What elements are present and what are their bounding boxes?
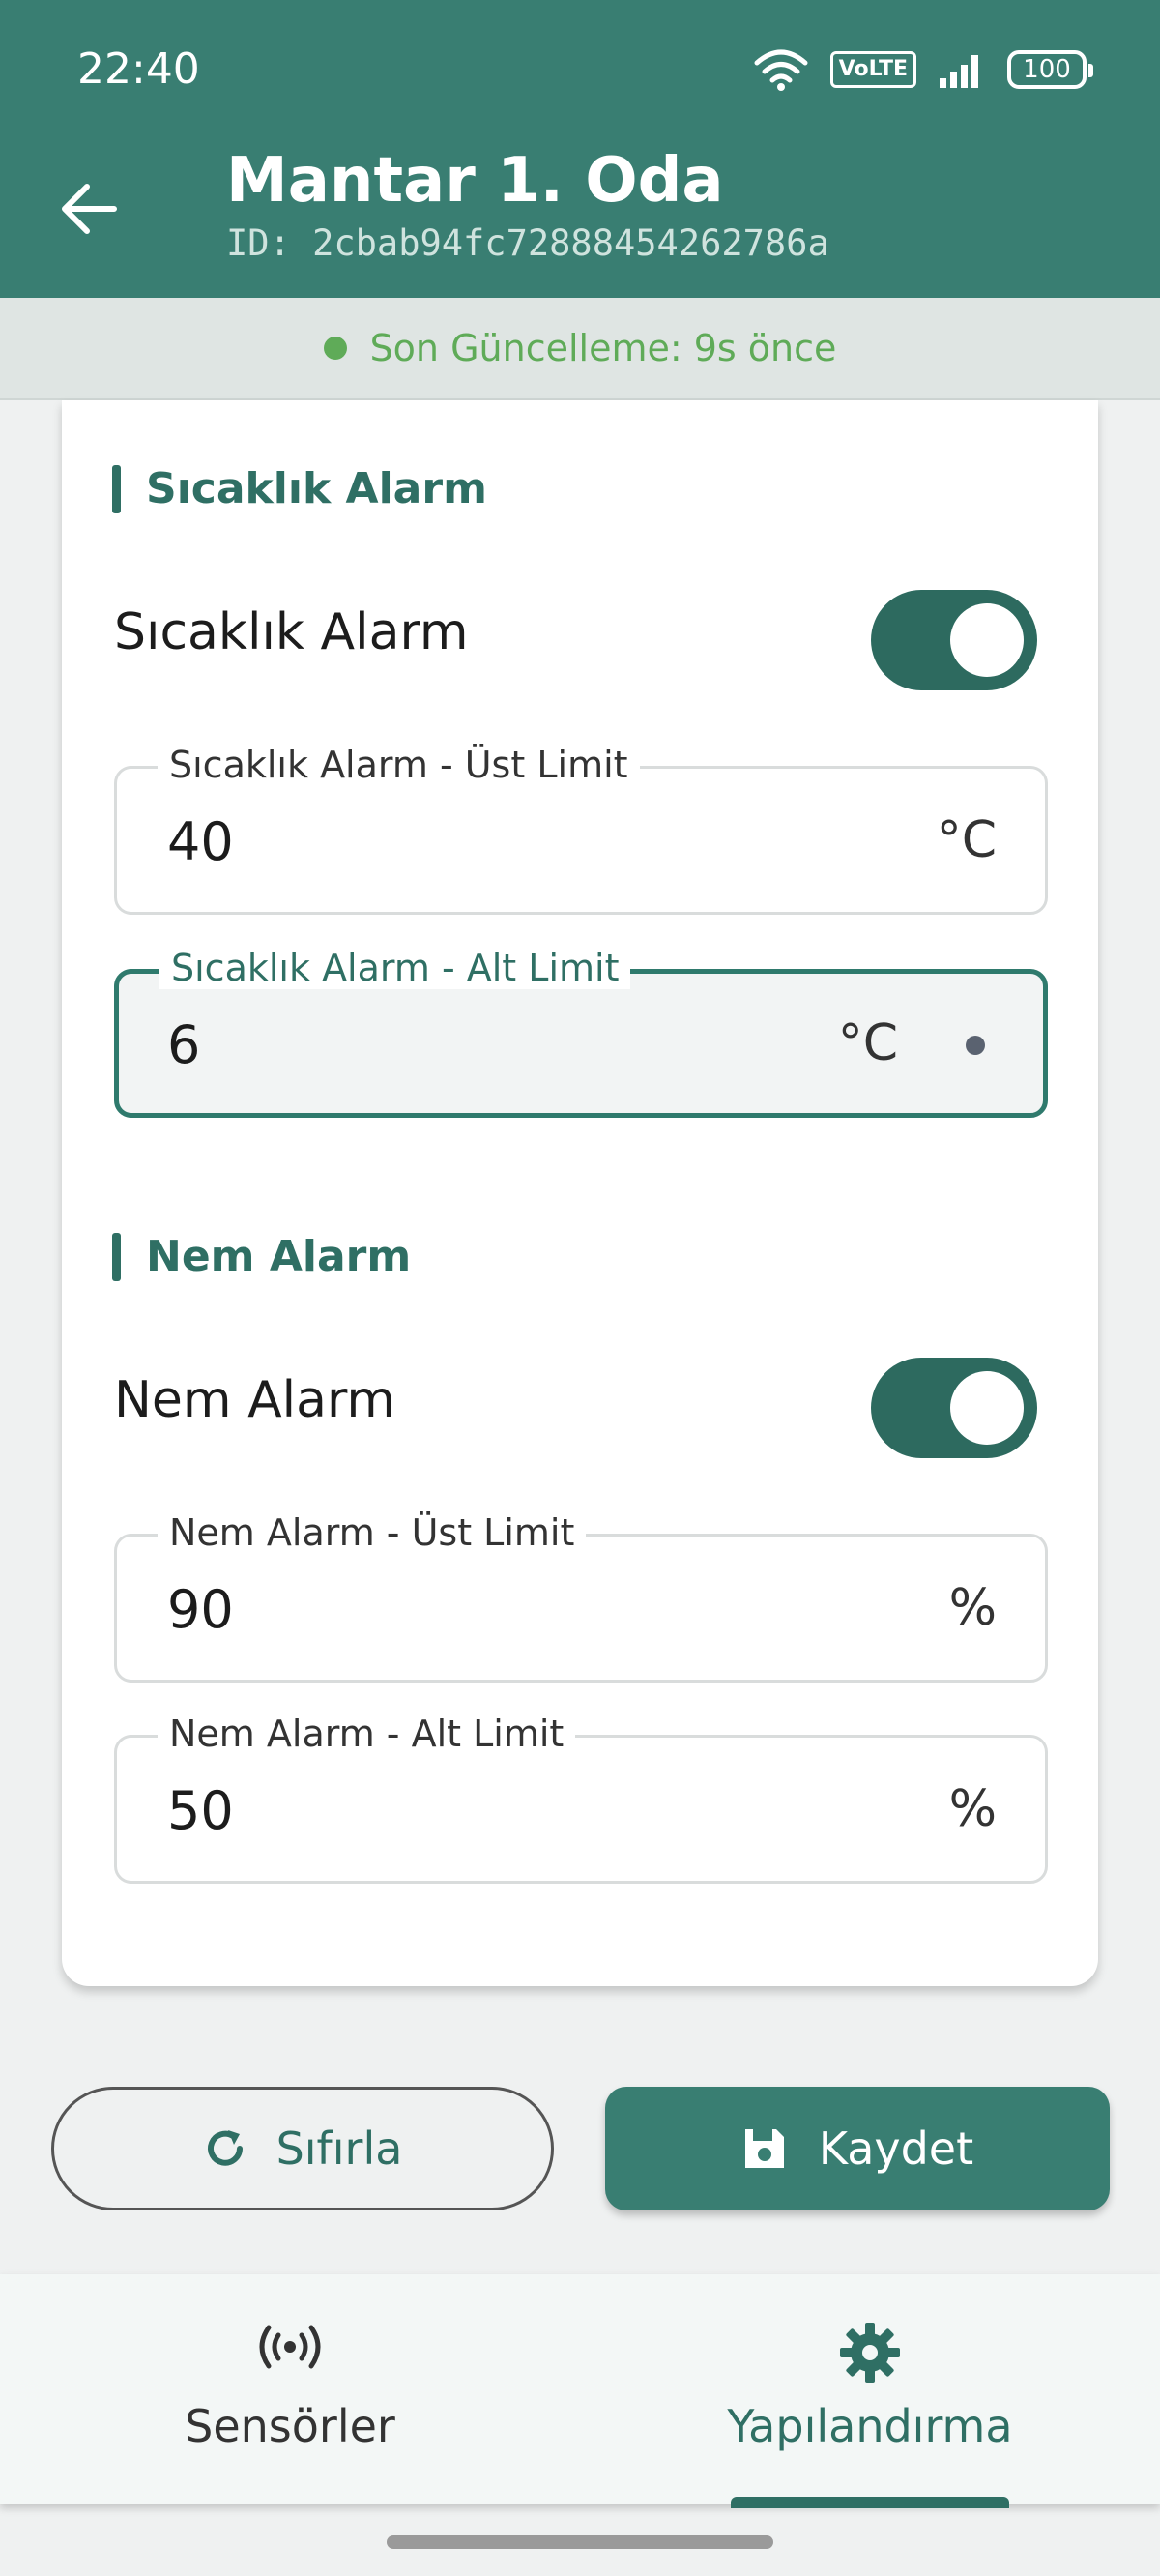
active-tab-indicator	[731, 2497, 1009, 2508]
back-button[interactable]	[54, 174, 124, 244]
field-label: Nem Alarm - Üst Limit	[158, 1511, 587, 1554]
last-update-text: Son Güncelleme: 9s önce	[369, 327, 837, 369]
field-unit: %	[948, 1579, 997, 1637]
page-title: Mantar 1. Oda	[226, 145, 724, 217]
field-label: Sıcaklık Alarm - Alt Limit	[160, 947, 631, 989]
battery-icon: 100	[1007, 50, 1093, 89]
field-unit: °C	[936, 811, 997, 869]
temperature-upper-limit-field[interactable]: Sıcaklık Alarm - Üst Limit 40 °C	[114, 744, 1048, 915]
field-unit: °C	[837, 1014, 898, 1072]
temperature-lower-limit-field[interactable]: Sıcaklık Alarm - Alt Limit 6 °C	[114, 947, 1048, 1118]
save-icon	[744, 2129, 784, 2168]
home-gesture-handle[interactable]	[387, 2535, 773, 2549]
field-unit: %	[948, 1780, 997, 1838]
field-value: 40	[167, 811, 234, 872]
field-label: Nem Alarm - Alt Limit	[158, 1712, 576, 1755]
humidity-section-header: Nem Alarm	[112, 1232, 411, 1281]
field-value: 6	[167, 1014, 201, 1075]
signal-icon	[938, 49, 986, 90]
app-screen: 22:40 VoLTE 100 Mantar 1. Oda ID: 2cbab9…	[0, 0, 1160, 2576]
device-id: ID: 2cbab94fc72888454262786a	[226, 222, 829, 264]
arrow-left-icon	[62, 184, 117, 234]
alarm-settings-card: Sıcaklık Alarm Sıcaklık Alarm Sıcaklık A…	[62, 400, 1098, 1986]
status-dot-icon	[323, 337, 347, 360]
humidity-alarm-toggle[interactable]	[871, 1358, 1037, 1458]
refresh-icon	[207, 2130, 243, 2166]
status-time: 22:40	[77, 44, 200, 94]
section-accent-bar	[112, 1232, 121, 1281]
field-value: 50	[167, 1780, 234, 1841]
humidity-upper-limit-field[interactable]: Nem Alarm - Üst Limit 90 %	[114, 1511, 1048, 1683]
field-value: 90	[167, 1579, 234, 1640]
nav-item-configuration[interactable]: Yapılandırma	[580, 2274, 1160, 2504]
volte-icon: VoLTE	[829, 51, 916, 88]
temperature-alarm-toggle[interactable]	[871, 590, 1037, 690]
reset-button[interactable]: Sıfırla	[51, 2087, 554, 2210]
temperature-section-title: Sıcaklık Alarm	[146, 464, 487, 513]
humidity-lower-limit-field[interactable]: Nem Alarm - Alt Limit 50 %	[114, 1712, 1048, 1884]
gear-icon	[580, 2321, 1160, 2385]
last-update-banner: Son Güncelleme: 9s önce	[0, 298, 1160, 400]
field-label: Sıcaklık Alarm - Üst Limit	[158, 744, 640, 786]
sensor-icon	[0, 2321, 580, 2373]
nav-label-configuration: Yapılandırma	[727, 2400, 1013, 2452]
dot-icon	[966, 1036, 985, 1055]
section-accent-bar	[112, 464, 121, 513]
bottom-navigation: Sensörler Yapılandırma	[0, 2274, 1160, 2508]
wifi-icon	[753, 47, 809, 92]
status-icons: VoLTE 100	[753, 44, 1093, 95]
humidity-section-title: Nem Alarm	[146, 1232, 412, 1281]
nav-item-sensors[interactable]: Sensörler	[0, 2274, 580, 2504]
toggle-knob	[950, 1371, 1024, 1445]
save-button-label: Kaydet	[818, 2122, 974, 2175]
temperature-section-header: Sıcaklık Alarm	[112, 464, 487, 513]
save-button[interactable]: Kaydet	[605, 2087, 1110, 2210]
reset-button-label: Sıfırla	[276, 2122, 403, 2175]
app-header: 22:40 VoLTE 100 Mantar 1. Oda ID: 2cbab9…	[0, 0, 1160, 298]
status-bar: 22:40 VoLTE 100	[0, 0, 1160, 140]
toggle-knob	[950, 603, 1024, 677]
nav-label-sensors: Sensörler	[185, 2400, 395, 2452]
humidity-alarm-label: Nem Alarm	[114, 1371, 396, 1429]
temperature-alarm-label: Sıcaklık Alarm	[114, 603, 469, 661]
